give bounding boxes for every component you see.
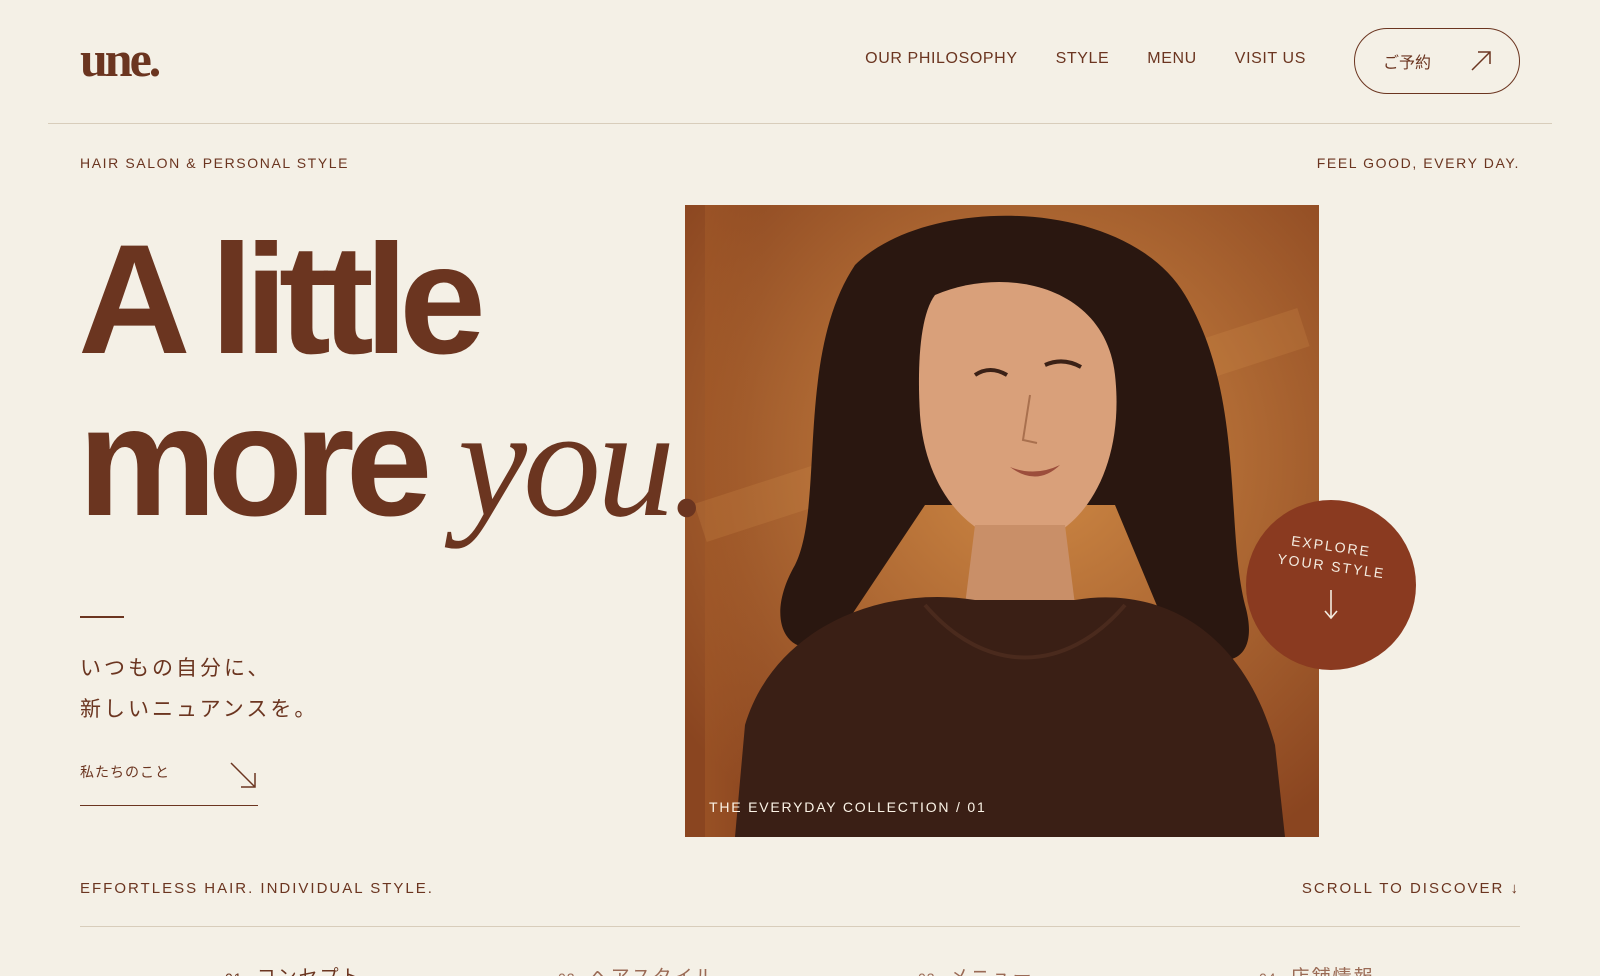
accent-rule xyxy=(80,616,124,618)
hero-subcopy: いつもの自分に、 新しいニュアンスを。 xyxy=(80,648,318,730)
arrow-down-icon xyxy=(1324,590,1338,620)
section-link-menu[interactable]: 03 メニュー xyxy=(918,962,1034,976)
hero-headline-line2: more you. xyxy=(78,384,710,541)
section-number: 02 xyxy=(558,970,576,976)
section-link-concept[interactable]: 01 コンセプト xyxy=(225,962,362,976)
section-label: 店舗情報 xyxy=(1291,962,1375,976)
footer-tagline: EFFORTLESS HAIR. INDIVIDUAL STYLE. xyxy=(80,880,434,897)
tagline-left: HAIR SALON & PERSONAL STYLE xyxy=(80,155,350,171)
section-label: コンセプト xyxy=(257,962,362,976)
scroll-to-discover[interactable]: SCROLL TO DISCOVER ↓ xyxy=(1302,880,1520,897)
hero-headline-regular: more xyxy=(78,375,458,549)
portrait-illustration xyxy=(685,205,1319,837)
nav-visit-us[interactable]: VISIT US xyxy=(1235,50,1306,68)
header-divider xyxy=(48,123,1552,124)
hero-subcopy-line1: いつもの自分に、 xyxy=(80,656,272,680)
hero-photo: THE EVERYDAY COLLECTION / 01 xyxy=(685,205,1319,837)
section-number: 04 xyxy=(1259,970,1277,976)
nav-our-philosophy[interactable]: OUR PHILOSOPHY xyxy=(865,50,1017,68)
arrow-up-right-icon xyxy=(1471,51,1491,71)
nav-style[interactable]: STYLE xyxy=(1056,50,1110,68)
explore-style-badge[interactable]: EXPLORE YOUR STYLE xyxy=(1246,500,1416,670)
main-nav: OUR PHILOSOPHY STYLE MENU VISIT US xyxy=(865,50,1306,68)
reserve-label: ご予約 xyxy=(1383,55,1432,72)
section-link-shop-info[interactable]: 04 店舗情報 xyxy=(1259,962,1375,976)
reserve-button[interactable]: ご予約 xyxy=(1354,28,1520,94)
about-us-label: 私たちのこと xyxy=(80,765,170,781)
hero-headline-italic: you. xyxy=(457,376,710,549)
section-link-hairstyle[interactable]: 02 ヘアスタイル xyxy=(558,962,716,976)
page: une. OUR PHILOSOPHY STYLE MENU VISIT US … xyxy=(0,0,1600,976)
section-label: メニュー xyxy=(950,962,1034,976)
section-label: ヘアスタイル xyxy=(590,962,716,976)
section-number: 01 xyxy=(225,970,243,976)
arrow-down-right-icon xyxy=(230,762,256,788)
nav-menu[interactable]: MENU xyxy=(1147,50,1197,68)
hero-headline-line1: A little xyxy=(78,213,486,387)
tagline-right: FEEL GOOD, EVERY DAY. xyxy=(1316,155,1520,171)
logo[interactable]: une. xyxy=(80,34,161,84)
section-number: 03 xyxy=(918,970,936,976)
photo-caption: THE EVERYDAY COLLECTION / 01 xyxy=(709,799,987,815)
hero-subcopy-line2: 新しいニュアンスを。 xyxy=(80,697,319,721)
footer-divider xyxy=(80,926,1520,927)
about-us-link[interactable]: 私たちのこと xyxy=(80,754,258,806)
